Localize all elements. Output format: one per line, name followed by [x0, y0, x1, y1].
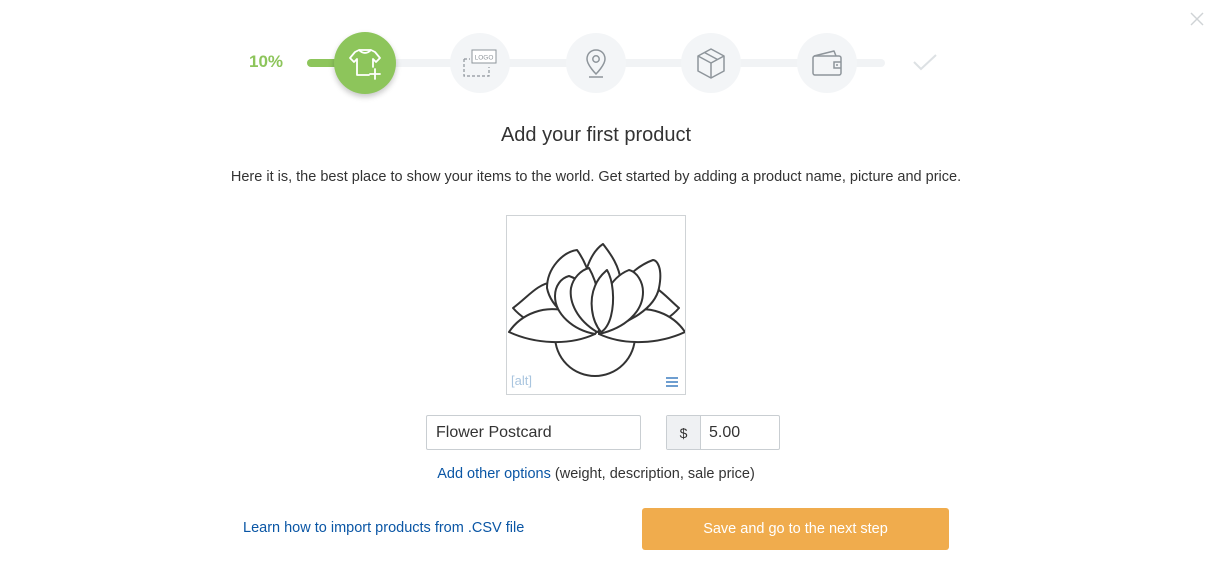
- save-next-button[interactable]: Save and go to the next step: [642, 508, 949, 550]
- image-alt-tag[interactable]: [alt]: [511, 373, 532, 388]
- options-line: Add other options (weight, description, …: [0, 466, 1192, 482]
- hamburger-menu-icon[interactable]: [665, 375, 679, 387]
- step-logo[interactable]: LOGO: [450, 33, 510, 93]
- import-csv-link[interactable]: Learn how to import products from .CSV f…: [243, 520, 524, 536]
- close-icon[interactable]: [1188, 10, 1206, 28]
- location-pin-icon: [586, 49, 606, 78]
- logo-upload-icon: LOGO: [463, 49, 497, 77]
- page-title: Add your first product: [500, 124, 692, 146]
- product-name-input[interactable]: [426, 415, 641, 450]
- price-input[interactable]: [701, 416, 779, 449]
- step-payment[interactable]: [797, 33, 857, 93]
- checkmark-icon: [913, 54, 937, 71]
- progress-percent: 10%: [249, 52, 284, 71]
- wallet-icon: [812, 50, 842, 76]
- step-location[interactable]: [566, 33, 626, 93]
- page-subtitle: Here it is, the best place to show your …: [230, 169, 962, 185]
- add-other-options-link[interactable]: Add other options: [437, 466, 551, 482]
- step-add-product[interactable]: [334, 32, 396, 94]
- onboarding-page: 10% LOGO Add your first product Here it …: [0, 0, 1213, 586]
- price-field: $: [666, 415, 780, 450]
- step-shipping[interactable]: [681, 33, 741, 93]
- currency-symbol: $: [667, 416, 701, 449]
- lotus-flower-icon: [508, 243, 685, 377]
- step-finish: [910, 49, 940, 75]
- logo-badge-text: LOGO: [475, 55, 494, 62]
- box-icon: [697, 48, 725, 79]
- product-image[interactable]: [alt]: [506, 215, 686, 395]
- tshirt-plus-icon: [349, 49, 381, 80]
- options-hint: (weight, description, sale price): [550, 466, 755, 482]
